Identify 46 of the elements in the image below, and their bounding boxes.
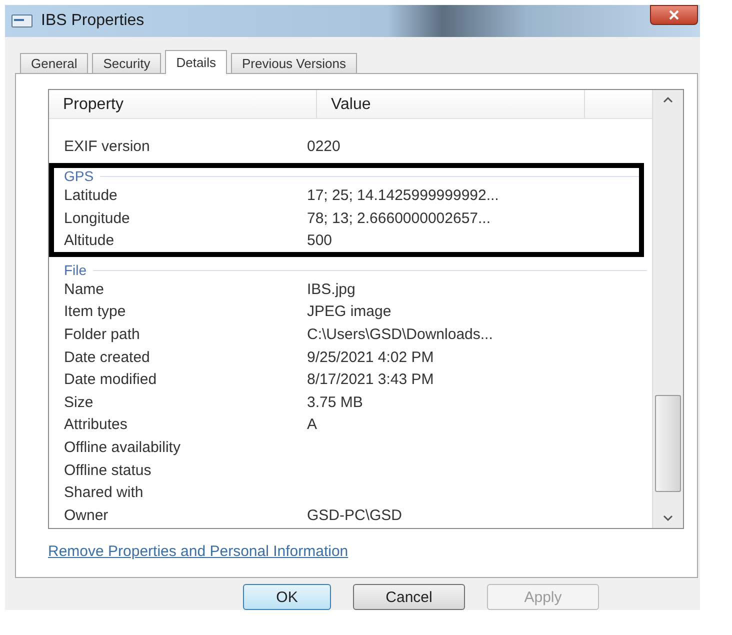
property-cell-text: Item type [63,303,127,320]
value-cell: 3.75 MB [307,394,363,411]
group-heading: GPS [64,168,94,184]
value-cell: A [307,416,318,434]
property-cell-text: Date modified [63,371,158,388]
property-cell-text: EXIF version [63,138,151,156]
property-cell-text: Name [63,280,106,298]
scroll-thumb[interactable] [655,394,681,492]
tab[interactable]: Security [92,52,162,73]
property-cell-text: Offline status [63,462,152,479]
value-cell: JPEG image [307,303,392,320]
column-header[interactable]: Value [317,90,585,118]
value-cell: IBS.jpg [307,280,356,298]
value-cell: 8/17/2021 3:43 PM [307,371,434,388]
value-cell: 78; 13; 2.6660000002657... [307,210,491,227]
property-cell-text: Owner [63,506,110,524]
property-cell-text: Size [63,394,94,411]
dialog-button[interactable]: OK [243,584,331,610]
value-cell: 17; 25; 14.1425999999992... [307,187,499,204]
scrollbar[interactable] [652,90,683,528]
property-cell-text: Longitude [63,210,131,227]
tab[interactable]: Previous Versions [230,52,358,73]
property-cell-text: Shared with [63,484,144,502]
property-cell-text: Latitude [63,187,118,204]
value-cell: C:\Users\GSD\Downloads... [307,326,493,344]
tab[interactable]: Details [165,50,227,74]
scroll-up-icon[interactable] [663,96,673,104]
close-icon [668,10,680,20]
dialog-button[interactable]: Cancel [353,584,465,610]
property-cell-text: Folder path [63,326,141,344]
property-cell-text: Altitude [63,232,116,250]
column-header[interactable]: Property [49,90,317,118]
property-cell-text: Offline availability [63,439,182,456]
value-cell: GSD-PC\GSD [307,506,402,524]
tab[interactable]: General [20,52,88,73]
value-cell: 500 [307,232,332,250]
remove-properties-link[interactable]: Remove Properties and Personal Information [48,542,348,560]
value-cell: 9/25/2021 4:02 PM [307,348,434,366]
property-cell-text: Date created [63,348,151,366]
group-heading: File [64,262,87,278]
value-cell: 0220 [307,138,340,156]
window-title: IBS Properties [41,12,144,30]
scroll-down-icon[interactable] [663,514,673,522]
property-cell-text: Attributes [63,416,128,434]
window-icon [11,12,33,29]
close-button[interactable] [650,5,698,25]
